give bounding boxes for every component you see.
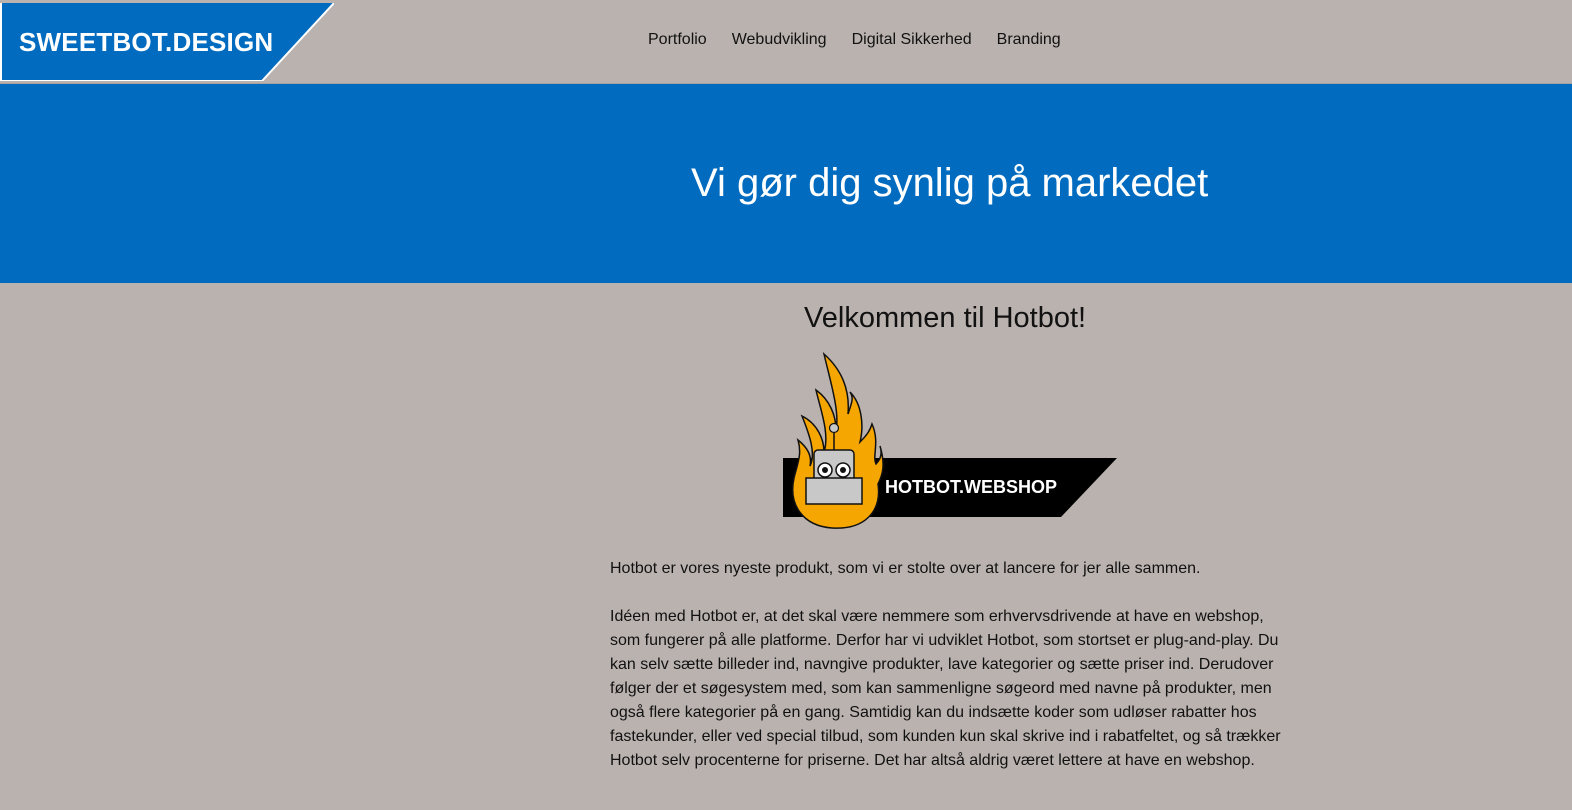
welcome-heading: Velkommen til Hotbot! (804, 302, 1087, 334)
product-description: Hotbot er vores nyeste produkt, som vi e… (610, 557, 1290, 797)
hotbot-product-logo: HOTBOT.WEBSHOP (780, 350, 1120, 530)
nav-digital-sikkerhed[interactable]: Digital Sikkerhed (852, 30, 972, 50)
site-logo[interactable]: SWEETBOT.DESIGN (0, 3, 334, 81)
page: SWEETBOT.DESIGN Portfolio Webudvikling D… (0, 0, 1572, 810)
flaming-robot-icon (783, 351, 1117, 529)
nav-branding[interactable]: Branding (997, 30, 1061, 50)
logo-text: SWEETBOT.DESIGN (19, 27, 274, 57)
hero-banner: Vi gør dig synlig på markedet (0, 84, 1572, 283)
hotbot-logo-text: HOTBOT.WEBSHOP (885, 477, 1058, 497)
nav-webudvikling[interactable]: Webudvikling (732, 30, 827, 50)
details-paragraph: Idéen med Hotbot er, at det skal være ne… (610, 608, 1281, 769)
nav-portfolio[interactable]: Portfolio (648, 30, 707, 50)
intro-paragraph: Hotbot er vores nyeste produkt, som vi e… (610, 560, 1201, 577)
hero-title: Vi gør dig synlig på markedet (691, 161, 1209, 205)
site-header: SWEETBOT.DESIGN Portfolio Webudvikling D… (0, 0, 1572, 84)
main-nav: Portfolio Webudvikling Digital Sikkerhed… (648, 30, 1086, 50)
